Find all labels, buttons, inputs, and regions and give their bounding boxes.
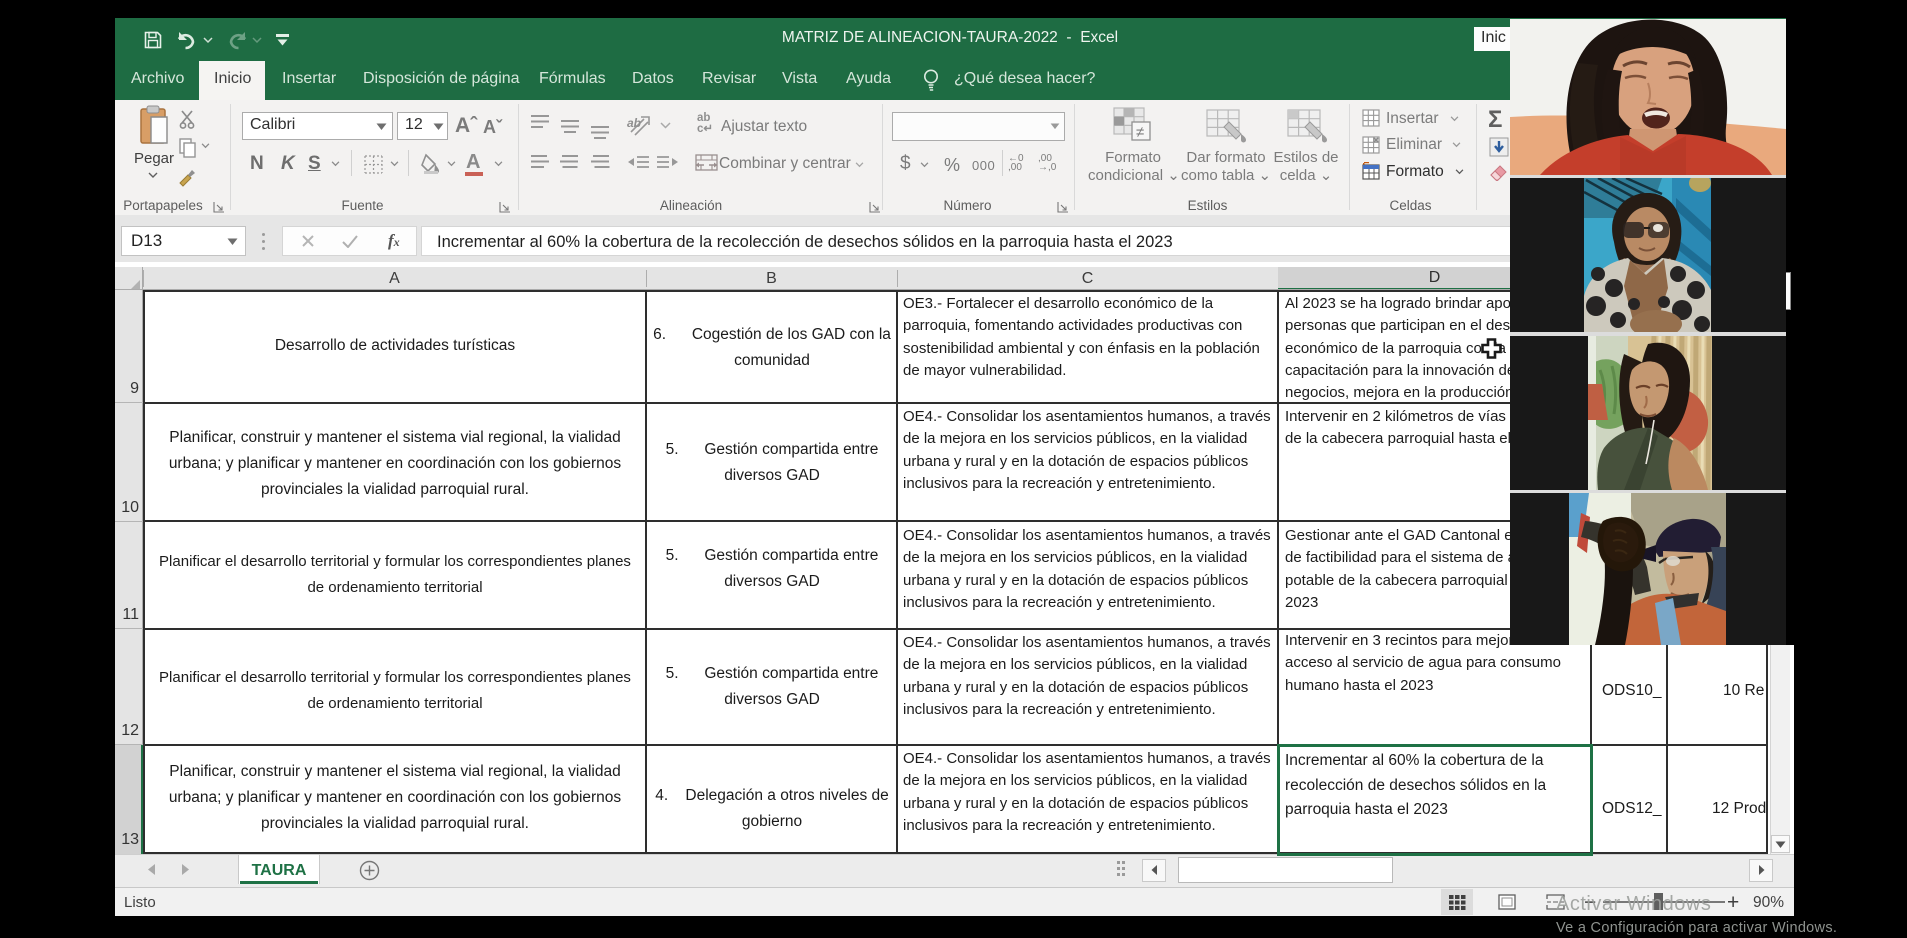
svg-text:ab: ab: [627, 116, 641, 130]
svg-text:≠: ≠: [1136, 124, 1144, 141]
